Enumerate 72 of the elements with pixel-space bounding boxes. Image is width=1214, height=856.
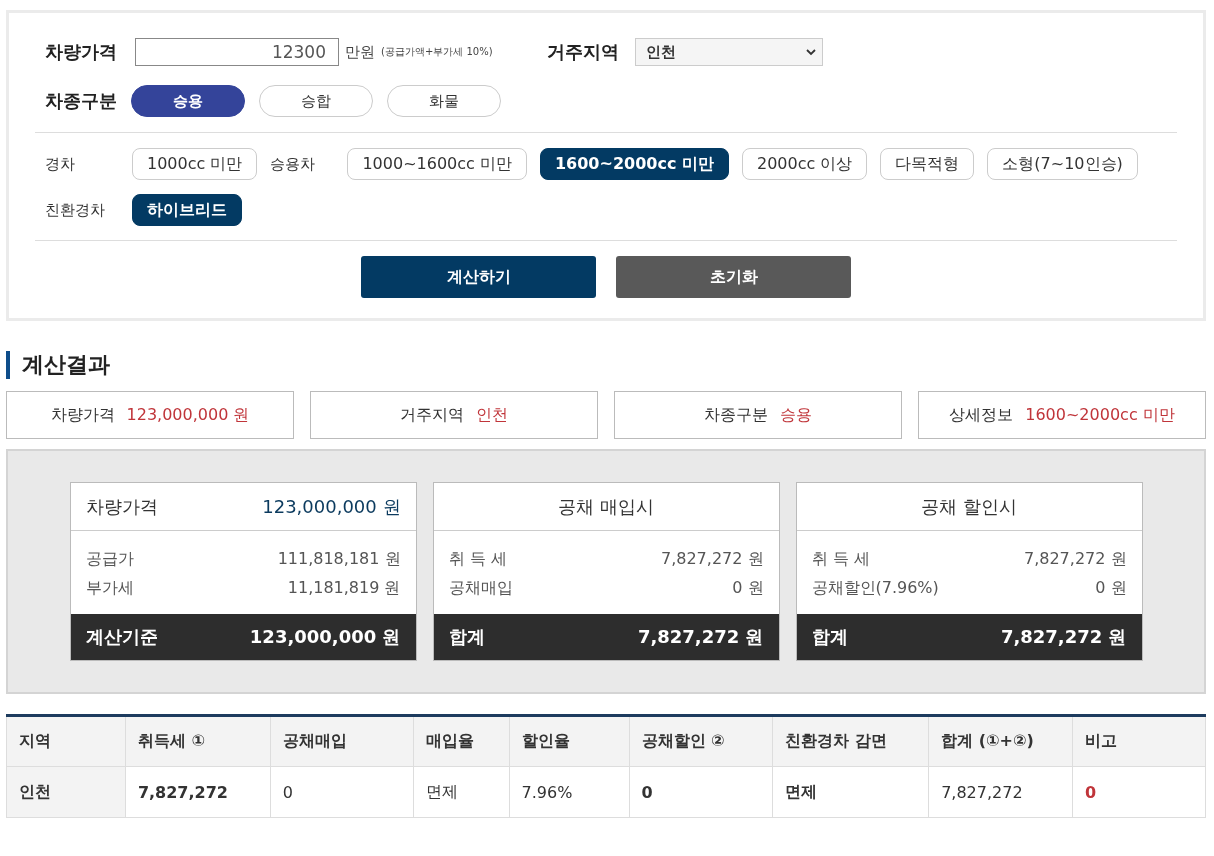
table-cell: 7,827,272: [125, 766, 271, 818]
card-value: 123,000,000 원: [262, 494, 401, 519]
summary-label: 차종구분: [704, 404, 768, 426]
total-value: 7,827,272 원: [1000, 625, 1127, 649]
vehicle-type-option[interactable]: 승용: [131, 85, 245, 117]
region-select[interactable]: 인천: [634, 38, 823, 66]
summary-value: 123,000,000 원: [126, 404, 250, 426]
line-value: 7,827,272 원: [661, 548, 764, 570]
reset-button[interactable]: 초기화: [616, 256, 851, 298]
column-header: 비고: [1072, 715, 1206, 767]
category-label: 친환경차: [45, 200, 106, 220]
vehicle-type-label: 차종구분: [45, 89, 118, 113]
calculate-button[interactable]: 계산하기: [361, 256, 596, 298]
column-header: 친환경차 감면: [772, 715, 929, 767]
line-value: 0 원: [1095, 577, 1127, 599]
line-value: 7,827,272 원: [1024, 548, 1127, 570]
table-cell: 인천: [6, 766, 126, 818]
line-value: 111,818,181 원: [277, 548, 401, 570]
table-cell: 0: [1072, 766, 1206, 818]
engine-option[interactable]: 2000cc 이상: [741, 148, 868, 180]
engine-option[interactable]: 1000cc 미만: [132, 148, 258, 180]
line-label: 공채할인(7.96%): [811, 577, 939, 599]
chevron-icon: [805, 48, 816, 56]
line-value: 11,181,819 원: [287, 577, 401, 599]
column-header: 매입율: [413, 715, 510, 767]
card-title: 공채 매입시: [558, 494, 654, 519]
engine-option[interactable]: 1600~2000cc 미만: [539, 148, 729, 180]
table-cell: 0: [629, 766, 773, 818]
total-value: 123,000,000 원: [249, 625, 401, 649]
summary-label: 차량가격: [50, 404, 115, 426]
summary-value: 1600~2000cc 미만: [1025, 404, 1175, 426]
total-value: 7,827,272 원: [637, 625, 764, 649]
unit-label: 만원: [345, 42, 375, 62]
line-label: 공급가: [85, 548, 134, 570]
engine-option[interactable]: 다목적형: [880, 148, 975, 180]
line-label: 취 득 세: [811, 548, 870, 570]
price-note: (공급가액+부가세 10%): [381, 45, 493, 59]
line-label: 부가세: [85, 577, 134, 599]
category-label: 승용차: [270, 154, 317, 174]
summary-label: 거주지역: [400, 404, 464, 426]
table-cell: 7,827,272: [928, 766, 1073, 818]
region-label: 거주지역: [546, 40, 620, 64]
line-label: 취 득 세: [448, 548, 507, 570]
summary-label: 상세정보: [949, 404, 1014, 426]
price-input[interactable]: 12300: [135, 38, 339, 66]
total-label: 계산기준: [85, 625, 158, 649]
total-label: 합계: [448, 625, 485, 649]
table-cell: 7.96%: [509, 766, 629, 818]
column-header: 공채매입: [270, 715, 414, 767]
table-cell: 면제: [772, 766, 929, 818]
engine-option[interactable]: 1000~1600cc 미만: [347, 148, 527, 180]
total-label: 합계: [811, 625, 848, 649]
summary-value: 인천: [476, 404, 508, 426]
table-cell: 면제: [413, 766, 510, 818]
vehicle-type-option[interactable]: 화물: [387, 85, 501, 117]
column-header: 합계 (①+②): [928, 715, 1073, 767]
price-label: 차량가격: [45, 40, 118, 64]
table-cell: 0: [270, 766, 414, 818]
line-label: 공채매입: [448, 577, 513, 599]
column-header: 할인율: [509, 715, 629, 767]
column-header: 공채할인 ②: [629, 715, 773, 767]
card-label: 차량가격: [85, 494, 158, 519]
section-title: 계산결과: [6, 351, 1214, 379]
category-label: 경차: [45, 154, 76, 174]
card-title: 공채 할인시: [921, 494, 1017, 519]
vehicle-type-option[interactable]: 승합: [259, 85, 373, 117]
column-header: 취득세 ①: [125, 715, 271, 767]
column-header: 지역: [6, 715, 126, 767]
line-value: 0 원: [732, 577, 764, 599]
summary-value: 승용: [780, 404, 812, 426]
engine-option[interactable]: 하이브리드: [132, 194, 242, 226]
engine-option[interactable]: 소형(7~10인승): [987, 148, 1138, 180]
